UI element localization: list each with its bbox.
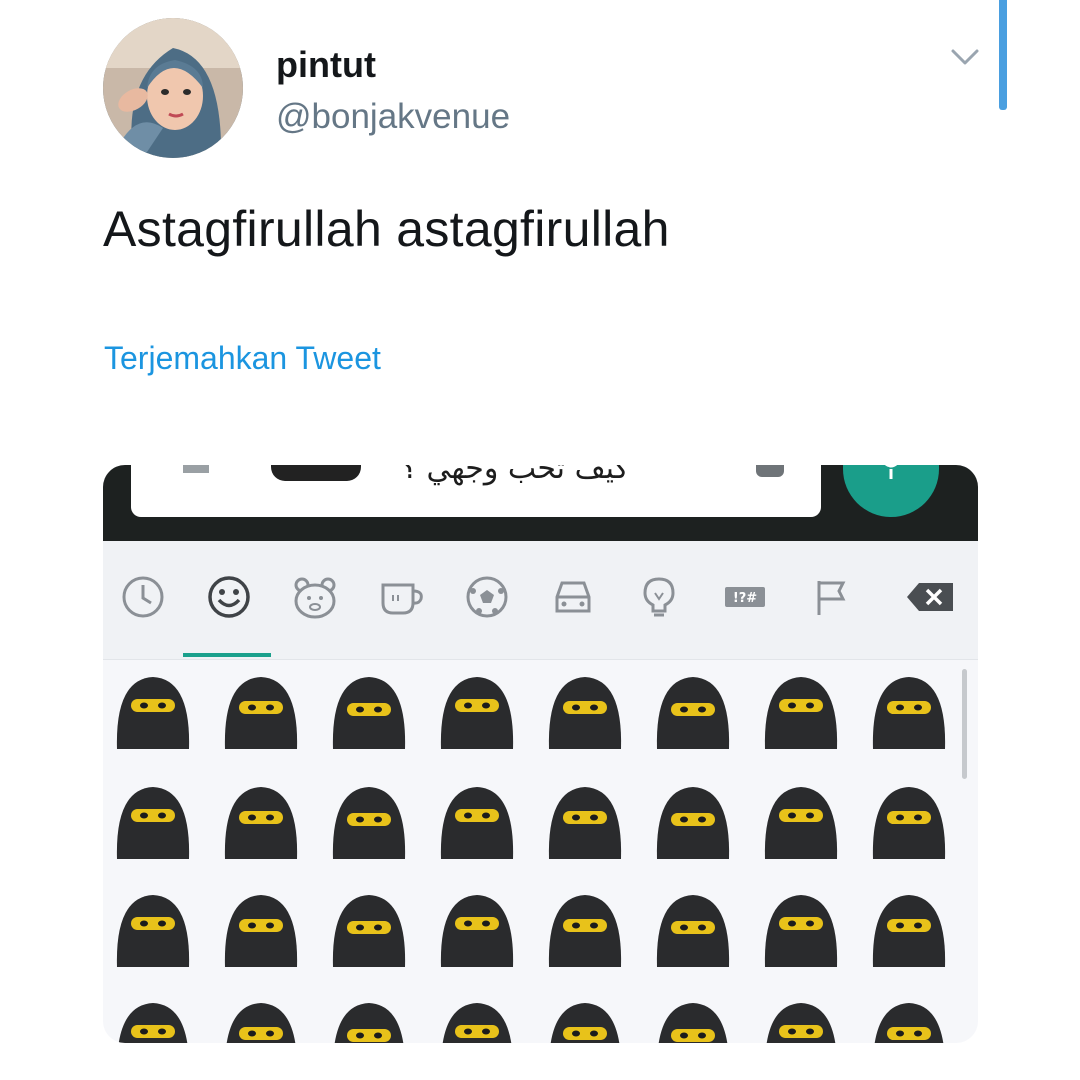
tweet-text: Astagfirullah astagfirullah bbox=[103, 201, 670, 257]
niqab-emoji[interactable] bbox=[651, 781, 735, 861]
niqab-emoji[interactable] bbox=[543, 781, 627, 861]
emoji-keyboard: !?# bbox=[103, 541, 978, 1043]
niqab-emoji[interactable] bbox=[435, 997, 519, 1043]
keyboard-scrollbar bbox=[962, 669, 967, 779]
translate-tweet-link[interactable]: Terjemahkan Tweet bbox=[104, 340, 381, 377]
niqab-emoji[interactable] bbox=[327, 781, 411, 861]
chevron-down-icon[interactable] bbox=[948, 40, 982, 74]
avatar[interactable] bbox=[103, 18, 243, 158]
niqab-emoji[interactable] bbox=[759, 781, 843, 861]
niqab-emoji[interactable] bbox=[327, 671, 411, 751]
display-name[interactable]: pintut bbox=[276, 44, 376, 86]
niqab-emoji[interactable] bbox=[327, 889, 411, 969]
user-handle[interactable]: @bonjakvenue bbox=[276, 97, 510, 137]
niqab-emoji[interactable] bbox=[867, 997, 951, 1043]
niqab-emoji[interactable] bbox=[867, 671, 951, 751]
svg-text:!?#: !?# bbox=[733, 591, 757, 606]
niqab-emoji[interactable] bbox=[111, 997, 195, 1043]
backspace-icon bbox=[905, 571, 957, 623]
smiley-icon bbox=[203, 571, 255, 623]
chat-message-text: كيف تحب وجهي ؟ bbox=[401, 465, 629, 486]
niqab-emoji[interactable] bbox=[111, 781, 195, 861]
cup-icon bbox=[375, 571, 427, 623]
scroll-indicator bbox=[999, 0, 1007, 110]
niqab-emoji[interactable] bbox=[435, 781, 519, 861]
send-button bbox=[843, 465, 939, 517]
microphone-icon bbox=[884, 465, 898, 479]
soccer-ball-icon bbox=[461, 571, 513, 623]
lightbulb-icon bbox=[633, 571, 685, 623]
niqab-emoji[interactable] bbox=[219, 671, 303, 751]
niqab-emoji[interactable] bbox=[759, 671, 843, 751]
niqab-emoji[interactable] bbox=[219, 997, 303, 1043]
niqab-emoji[interactable] bbox=[543, 889, 627, 969]
niqab-emoji[interactable] bbox=[327, 997, 411, 1043]
car-icon bbox=[547, 571, 599, 623]
emoji-grid bbox=[103, 671, 978, 1043]
chat-input-bar: كيف تحب وجهي ؟ bbox=[103, 465, 978, 541]
niqab-emoji-inline bbox=[271, 465, 361, 481]
clock-icon bbox=[117, 571, 169, 623]
niqab-emoji[interactable] bbox=[651, 997, 735, 1043]
flag-icon bbox=[805, 571, 857, 623]
niqab-emoji[interactable] bbox=[867, 889, 951, 969]
emoji-category-tabs: !?# bbox=[103, 541, 978, 660]
bear-icon bbox=[289, 571, 341, 623]
niqab-emoji[interactable] bbox=[111, 671, 195, 751]
niqab-emoji[interactable] bbox=[651, 889, 735, 969]
niqab-emoji[interactable] bbox=[651, 671, 735, 751]
niqab-emoji[interactable] bbox=[543, 997, 627, 1043]
niqab-emoji[interactable] bbox=[543, 671, 627, 751]
niqab-emoji[interactable] bbox=[759, 997, 843, 1043]
selected-tab-indicator bbox=[183, 653, 271, 657]
tweet-media-image[interactable]: كيف تحب وجهي ؟ !?# bbox=[103, 465, 978, 1043]
niqab-emoji[interactable] bbox=[759, 889, 843, 969]
niqab-emoji[interactable] bbox=[435, 671, 519, 751]
niqab-emoji[interactable] bbox=[111, 889, 195, 969]
camera-icon bbox=[756, 465, 784, 477]
niqab-emoji[interactable] bbox=[219, 781, 303, 861]
niqab-emoji[interactable] bbox=[219, 889, 303, 969]
symbols-icon: !?# bbox=[719, 571, 771, 623]
niqab-emoji[interactable] bbox=[867, 781, 951, 861]
attach-icon bbox=[183, 465, 209, 473]
chat-input-field: كيف تحب وجهي ؟ bbox=[131, 465, 821, 517]
niqab-emoji[interactable] bbox=[435, 889, 519, 969]
